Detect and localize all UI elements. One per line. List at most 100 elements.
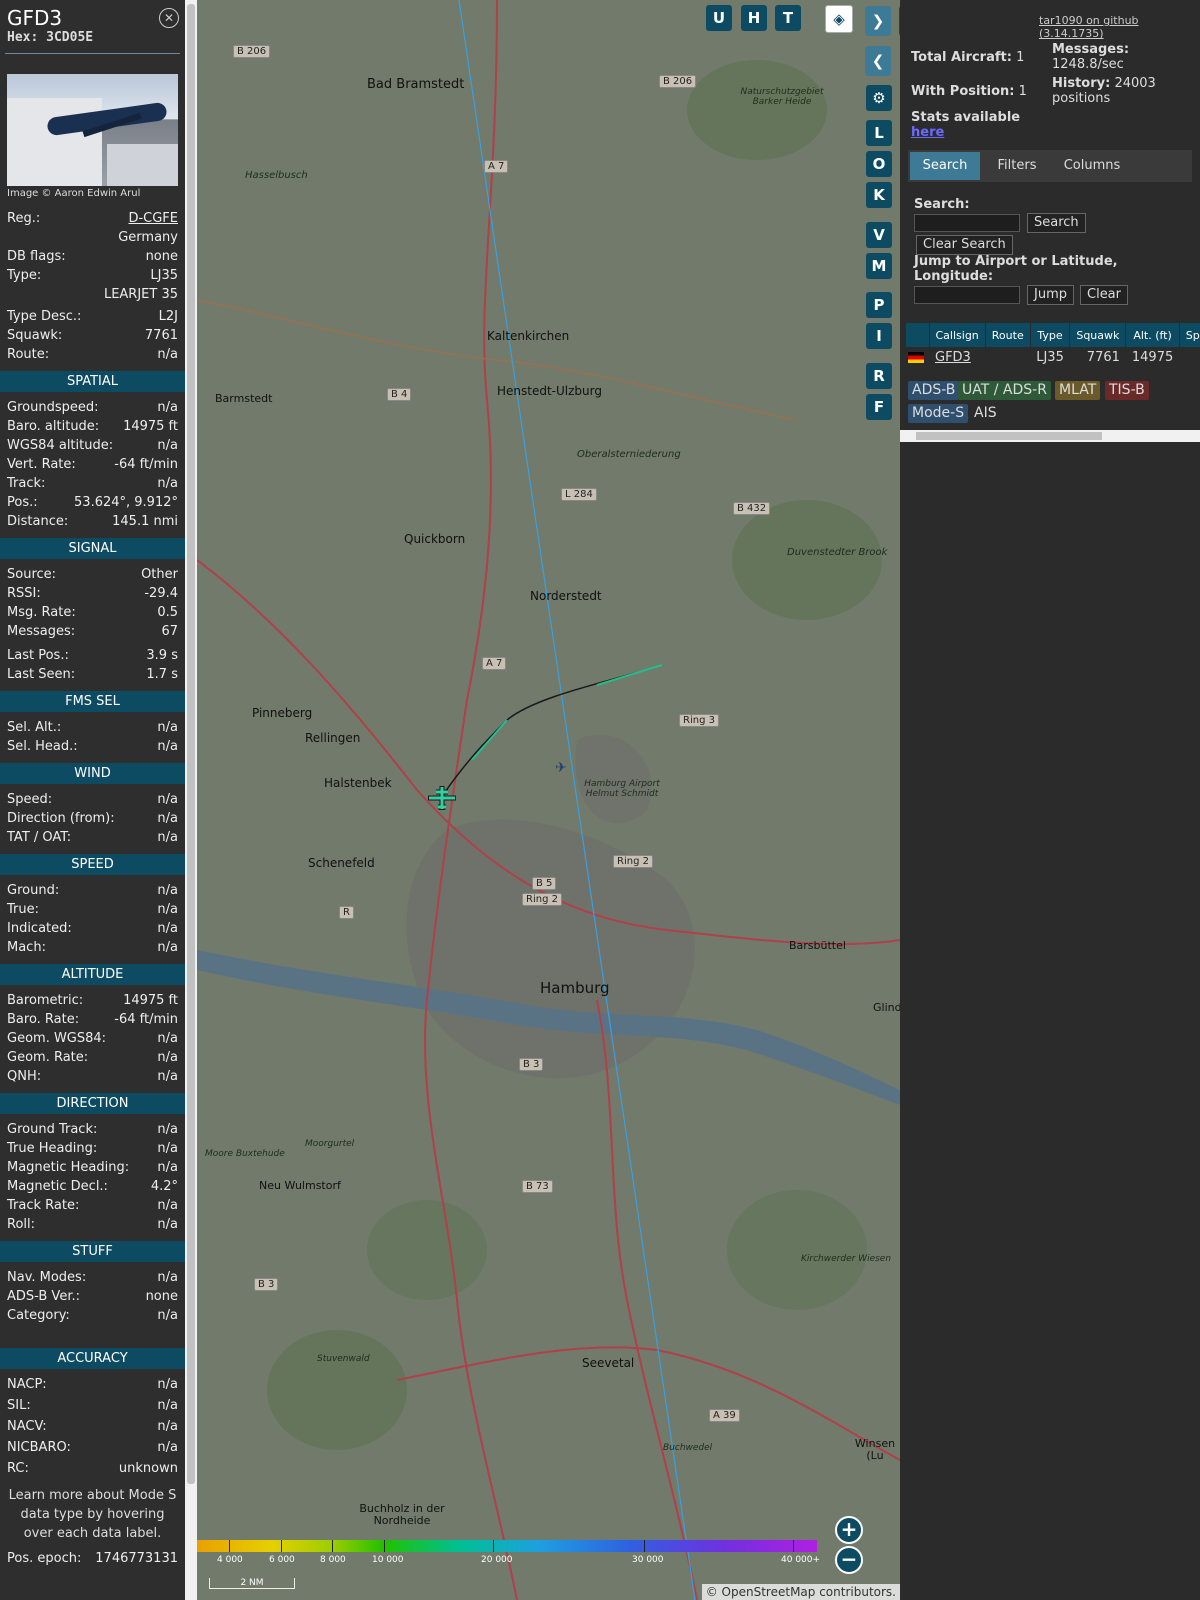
info-field-row-label[interactable]: Pos.: xyxy=(7,493,38,512)
stats-link[interactable]: here xyxy=(911,125,944,140)
close-icon[interactable]: ✕ xyxy=(159,8,179,28)
info-field-row-label[interactable]: Mach: xyxy=(7,938,46,957)
gear-icon[interactable]: ⚙ xyxy=(866,85,892,111)
map-button-t[interactable]: T xyxy=(775,5,801,31)
jump-input[interactable] xyxy=(914,286,1020,304)
info-field-row-label[interactable]: Source: xyxy=(7,565,56,584)
info-field-row-label[interactable]: Last Seen: xyxy=(7,665,75,684)
tab-search[interactable]: Search xyxy=(910,152,980,180)
tab-filters[interactable]: Filters xyxy=(984,152,1050,180)
map-button-p[interactable]: P xyxy=(866,292,892,318)
cell-callsign[interactable]: GFD3 xyxy=(929,347,985,367)
map-view[interactable]: ✈ Bad Bramstedt Hasselbusch Kaltenkirchen H… xyxy=(197,0,900,1600)
info-field-row-label[interactable]: Sel. Alt.: xyxy=(7,718,61,737)
tab-columns[interactable]: Columns xyxy=(1054,152,1130,180)
info-field-row-label[interactable]: ADS-B Ver.: xyxy=(7,1287,80,1306)
info-field-row-label[interactable]: Indicated: xyxy=(7,919,72,938)
table-row[interactable]: GFD3 LJ35 7761 14975 xyxy=(906,347,1200,367)
info-field-row-label[interactable]: True: xyxy=(7,900,39,919)
column-header-callsign[interactable]: Callsign xyxy=(929,323,986,347)
info-field-row-label[interactable]: Direction (from): xyxy=(7,809,115,828)
info-field-row: Geom. Rate: n/a xyxy=(0,1048,185,1067)
info-field-row-label[interactable]: Sel. Head.: xyxy=(7,737,78,756)
column-header-squawk[interactable]: Squawk xyxy=(1069,323,1127,347)
info-scrollbar-thumb[interactable] xyxy=(187,4,195,1484)
info-field-row-label[interactable]: True Heading: xyxy=(7,1139,97,1158)
info-field-row-label[interactable]: Type: xyxy=(7,266,41,285)
column-header-route[interactable]: Route xyxy=(985,323,1031,347)
info-field-row-label[interactable]: Msg. Rate: xyxy=(7,603,76,622)
jump-button[interactable]: Jump xyxy=(1027,285,1074,305)
info-field-row-label[interactable]: Nav. Modes: xyxy=(7,1268,86,1287)
map-place-label: Bad Bramstedt xyxy=(367,77,465,92)
github-link[interactable]: tar1090 on github (3.14.1735) xyxy=(1039,14,1200,40)
info-field-row-label[interactable]: RSSI: xyxy=(7,584,41,603)
info-field-row: Nav. Modes: n/a xyxy=(0,1268,185,1287)
info-field-row-label[interactable]: Type Desc.: xyxy=(7,307,81,326)
info-field-row-label[interactable]: Baro. Rate: xyxy=(7,1010,79,1029)
info-field-row-label[interactable]: Vert. Rate: xyxy=(7,455,76,474)
info-field-row-label[interactable]: Geom. Rate: xyxy=(7,1048,88,1067)
info-field-row-label[interactable]: Track: xyxy=(7,474,45,493)
info-field-row-label[interactable]: Reg.: xyxy=(7,209,40,228)
map-canvas[interactable]: ✈ xyxy=(197,0,900,1600)
info-field-row-label[interactable]: Magnetic Heading: xyxy=(7,1158,129,1177)
info-field-row-label[interactable]: Track Rate: xyxy=(7,1196,79,1215)
info-field-row-label[interactable]: Speed: xyxy=(7,790,52,809)
info-field-row-label[interactable]: NICBARO: xyxy=(7,1438,71,1459)
info-field-row: WGS84 altitude: n/a xyxy=(0,436,185,455)
map-button-k[interactable]: K xyxy=(866,182,892,208)
clear-button[interactable]: Clear xyxy=(1080,285,1128,305)
info-field-row: NACP: n/a xyxy=(0,1375,185,1396)
map-attribution[interactable]: © OpenStreetMap contributors. xyxy=(701,1584,900,1600)
map-button-o[interactable]: O xyxy=(866,151,892,177)
info-field-row-label[interactable]: Category: xyxy=(7,1306,70,1325)
info-field-row-label[interactable]: Magnetic Decl.: xyxy=(7,1177,108,1196)
layers-icon[interactable]: ◈ xyxy=(825,5,853,33)
chevron-right-icon[interactable]: ❯ xyxy=(865,6,891,36)
search-input[interactable] xyxy=(914,214,1020,232)
search-button[interactable]: Search xyxy=(1027,213,1086,233)
info-field-row-label[interactable]: Barometric: xyxy=(7,991,83,1010)
map-button-i[interactable]: I xyxy=(866,323,892,349)
info-field-row-label[interactable]: NACP: xyxy=(7,1375,47,1396)
info-field-row-label[interactable]: Squawk: xyxy=(7,326,62,345)
map-button-v[interactable]: V xyxy=(866,222,892,248)
chevron-left-icon[interactable]: ❮ xyxy=(865,46,891,76)
info-field-row-label[interactable]: Groundspeed: xyxy=(7,398,98,417)
column-header-flag[interactable] xyxy=(906,323,930,347)
info-field-row-label[interactable]: TAT / OAT: xyxy=(7,828,71,847)
map-button-r[interactable]: R xyxy=(866,363,892,389)
map-button-u[interactable]: U xyxy=(706,5,732,31)
info-field-row-label[interactable]: Roll: xyxy=(7,1215,35,1234)
map-button-f[interactable]: F xyxy=(866,394,892,420)
info-field-row-label[interactable]: Messages: xyxy=(7,622,75,641)
column-header-speed[interactable]: Spd. xyxy=(1179,323,1200,347)
zoom-in-icon[interactable]: + xyxy=(835,1516,863,1544)
map-place-label: Buchwedel xyxy=(663,1443,713,1453)
info-field-row-label[interactable]: Last Pos.: xyxy=(7,646,69,665)
info-field-row-label[interactable]: Ground: xyxy=(7,881,59,900)
info-field-row-label[interactable]: DB flags: xyxy=(7,247,66,266)
info-field-row-label[interactable]: Route: xyxy=(7,345,49,364)
map-button-m[interactable]: M xyxy=(866,253,892,279)
map-button-h[interactable]: H xyxy=(741,5,767,31)
info-field-row-label[interactable]: SIL: xyxy=(7,1396,31,1417)
map-road-label: B 206 xyxy=(233,45,271,58)
info-field-row-label[interactable]: WGS84 altitude: xyxy=(7,436,113,455)
info-field-row-label[interactable]: QNH: xyxy=(7,1067,41,1086)
zoom-out-icon[interactable]: − xyxy=(835,1546,863,1574)
map-button-l[interactable]: L xyxy=(866,120,892,146)
table-horizontal-scrollbar[interactable] xyxy=(900,430,1200,442)
aircraft-photo[interactable] xyxy=(7,74,178,186)
clear-search-button[interactable]: Clear Search xyxy=(916,235,1013,255)
info-field-row-label[interactable]: Baro. altitude: xyxy=(7,417,99,436)
column-header-type[interactable]: Type xyxy=(1030,323,1071,347)
info-field-row-label[interactable]: RC: xyxy=(7,1459,29,1480)
column-header-altitude[interactable]: Alt. (ft) xyxy=(1125,323,1180,347)
info-field-row-label[interactable]: NACV: xyxy=(7,1417,47,1438)
info-field-row-label[interactable]: Distance: xyxy=(7,512,68,531)
table-scroll-thumb[interactable] xyxy=(916,432,1102,440)
info-field-row-label[interactable]: Ground Track: xyxy=(7,1120,97,1139)
info-field-row-label[interactable]: Geom. WGS84: xyxy=(7,1029,106,1048)
